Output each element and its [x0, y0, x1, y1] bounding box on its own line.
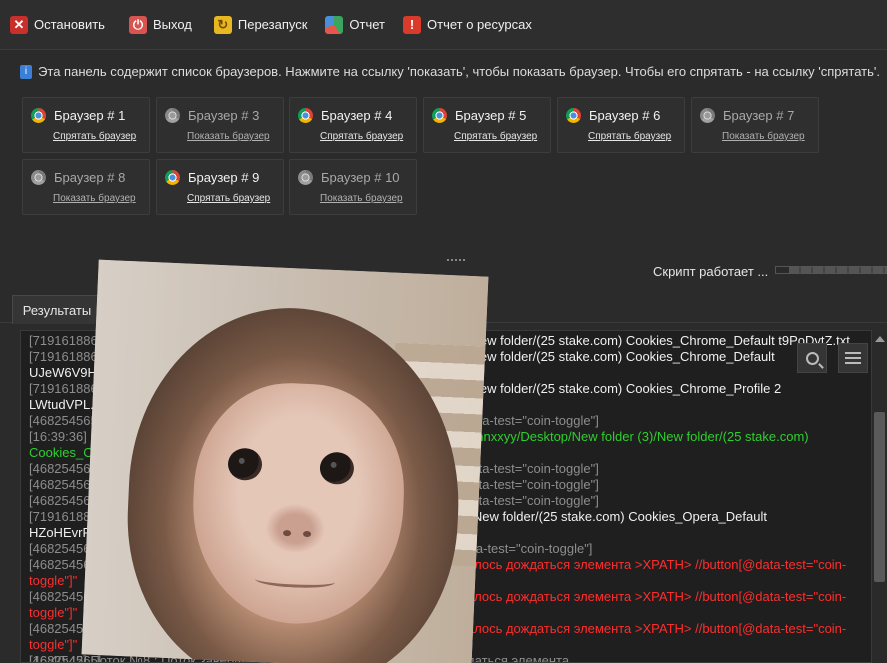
script-status: Скрипт работает ... [653, 264, 769, 279]
chrome-icon [566, 108, 581, 123]
log-line-prefix: [468254565] [29, 413, 102, 428]
restart-button[interactable]: ↻ Перезапуск [204, 12, 316, 38]
browser-card: Браузер # 1 Спрятать браузер [22, 97, 150, 153]
menu-icon [845, 352, 861, 364]
browser-name: Браузер # 10 [321, 170, 400, 185]
log-line-text: Не удалось дождаться элемента >XPATH> //… [433, 557, 847, 572]
browser-name: Браузер # 9 [188, 170, 260, 185]
report-label: Отчет [349, 17, 385, 32]
browser-name: Браузер # 3 [188, 108, 260, 123]
resource-report-label: Отчет о ресурсах [427, 17, 532, 32]
hide-browser-link[interactable]: Спрятать браузер [588, 131, 671, 142]
show-browser-link[interactable]: Показать браузер [187, 131, 270, 142]
show-browser-link[interactable]: Показать браузер [53, 193, 136, 204]
hide-browser-link[interactable]: Спрятать браузер [454, 131, 537, 142]
scroll-thumb[interactable] [874, 412, 885, 582]
chrome-icon [700, 108, 715, 123]
browser-name: Браузер # 1 [54, 108, 126, 123]
log-line-prefix: [719161886] [29, 381, 102, 396]
chrome-icon [165, 170, 180, 185]
show-browser-link[interactable]: Показать браузер [320, 193, 403, 204]
log-line-prefix: [719161886] [29, 349, 102, 364]
browser-card: Браузер # 3 Показать браузер [156, 97, 284, 153]
chrome-icon [31, 108, 46, 123]
browser-card: Браузер # 10 Показать браузер [289, 159, 417, 215]
resource-report-button[interactable]: ! Отчет о ресурсах [393, 12, 540, 38]
restart-icon: ↻ [213, 15, 232, 34]
log-line-text: s/Winnxxyy/Desktop/New folder (3)/New fo… [451, 429, 809, 444]
hide-browser-link[interactable]: Спрятать браузер [53, 131, 136, 142]
info-message: i Эта панель содержит список браузеров. … [20, 64, 880, 79]
power-icon: ⏻ [128, 15, 147, 34]
exit-label: Выход [152, 17, 192, 32]
stop-label: Остановить [34, 17, 105, 32]
menu-button[interactable] [838, 343, 868, 373]
search-icon [805, 351, 819, 365]
chrome-icon [165, 108, 180, 123]
info-text: Эта панель содержит список браузеров. На… [38, 64, 880, 79]
browser-name: Браузер # 8 [54, 170, 126, 185]
stop-icon: ✕ [10, 15, 28, 34]
browser-card: Браузер # 7 Показать браузер [691, 97, 819, 153]
chrome-icon [298, 170, 313, 185]
log-line-text: (3)/New folder/(25 stake.com) Cookies_Ch… [451, 333, 850, 348]
chrome-icon [432, 108, 447, 123]
log-line-text: der (3)/New folder/(25 stake.com) Cookie… [431, 509, 767, 524]
search-button[interactable] [797, 343, 827, 373]
toolbar: ✕ Остановить ⏻ Выход ↻ Перезапуск Отчет … [0, 0, 887, 50]
hide-browser-link[interactable]: Спрятать браузер [320, 131, 403, 142]
scroll-up-icon[interactable] [875, 336, 885, 342]
log-line-prefix: [719161886] [29, 333, 102, 348]
browser-card: Браузер # 8 Показать браузер [22, 159, 150, 215]
show-browser-link[interactable]: Показать браузер [722, 131, 805, 142]
browser-name: Браузер # 6 [589, 108, 661, 123]
log-line-text: toggle"]" [29, 605, 78, 620]
log-line-text: Не удалось дождаться элемента >XPATH> //… [433, 589, 847, 604]
log-line-text: toggle"]" [29, 573, 78, 588]
log-scrollbar[interactable] [872, 330, 887, 663]
log-line-text: Не удалось дождаться элемента >XPATH> //… [433, 621, 847, 636]
log-line-prefix: [16:39:36] [29, 429, 87, 444]
hide-browser-link[interactable]: Спрятать браузер [187, 193, 270, 204]
browser-card: Браузер # 4 Спрятать браузер [289, 97, 417, 153]
pie-chart-icon [325, 15, 344, 34]
log-line-text: (3)/New folder/(25 stake.com) Cookies_Ch… [451, 349, 775, 364]
chrome-icon [298, 108, 313, 123]
browser-name: Браузер # 5 [455, 108, 527, 123]
browser-card: Браузер # 9 Спрятать браузер [156, 159, 284, 215]
progress-fill [789, 267, 886, 273]
splitter-handle[interactable] [447, 259, 465, 261]
report-button[interactable]: Отчет [315, 12, 393, 38]
log-line-text: toggle"]" [29, 637, 78, 652]
browser-name: Браузер # 4 [321, 108, 393, 123]
monkey-photo [81, 259, 489, 663]
restart-label: Перезапуск [237, 17, 308, 32]
log-line-text: (3)/New folder/(25 stake.com) Cookies_Ch… [451, 381, 782, 396]
chrome-icon [31, 170, 46, 185]
info-icon: i [20, 64, 33, 79]
alert-icon: ! [403, 15, 421, 34]
browser-card: Браузер # 5 Спрятать браузер [423, 97, 551, 153]
browser-card: Браузер # 6 Спрятать браузер [557, 97, 685, 153]
progress-bar [775, 266, 887, 274]
stop-button[interactable]: ✕ Остановить [0, 12, 113, 38]
browser-name: Браузер # 7 [723, 108, 795, 123]
tab-results[interactable]: Результаты [12, 295, 102, 324]
exit-button[interactable]: ⏻ Выход [119, 12, 200, 38]
